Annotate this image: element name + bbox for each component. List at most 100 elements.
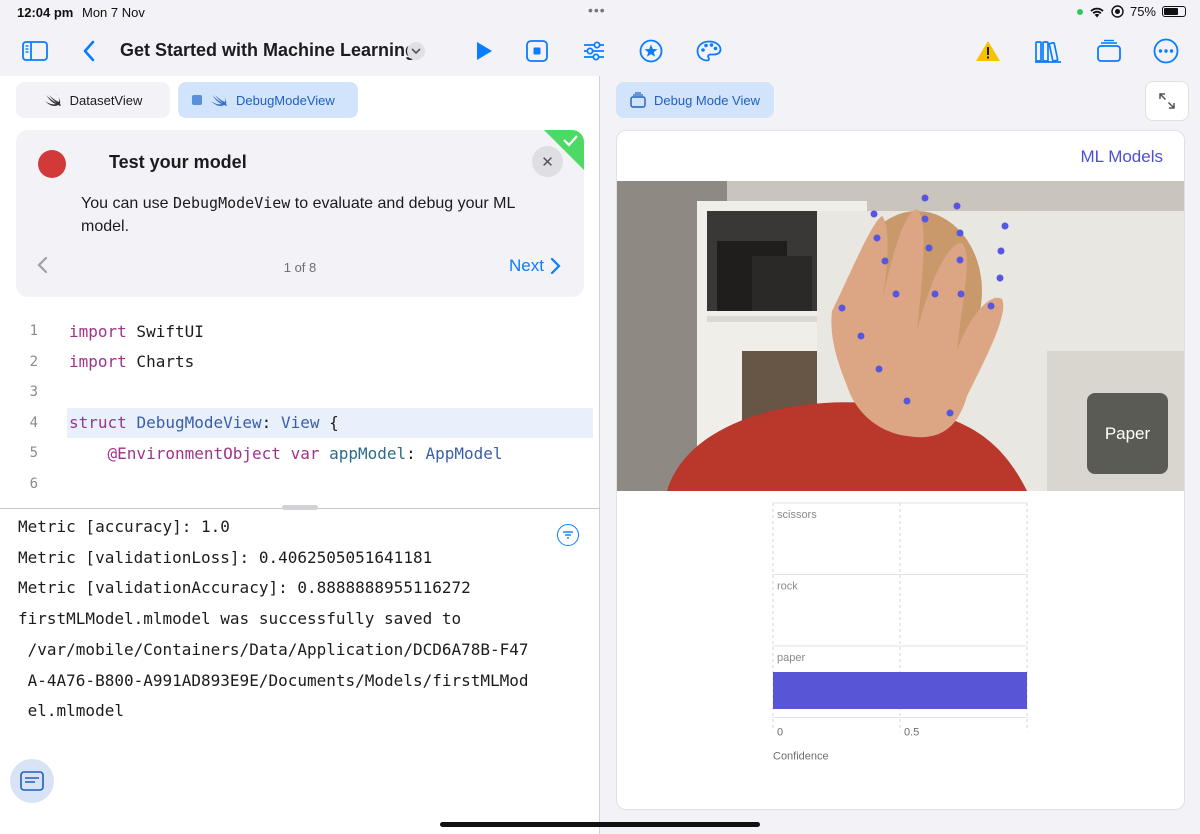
editor-pane: DatasetView DebugModeView Test your mode… bbox=[0, 76, 600, 834]
code-token: @EnvironmentObject bbox=[107, 443, 281, 463]
filter-icon bbox=[563, 531, 573, 539]
battery-percent: 75% bbox=[1129, 4, 1156, 19]
expand-button[interactable] bbox=[1145, 81, 1189, 121]
next-step-button[interactable]: Next bbox=[509, 256, 562, 276]
tab-label: DebugModeView bbox=[236, 92, 335, 108]
code-token: { bbox=[319, 413, 339, 432]
line-number: 6 bbox=[29, 475, 38, 492]
chart-x-axis-label: Confidence bbox=[773, 751, 829, 763]
code-text: import SwiftUI bbox=[69, 322, 204, 341]
console-output: Metric [accuracy]: 1.0 Metric [validation… bbox=[18, 512, 578, 727]
sliders-icon[interactable] bbox=[579, 36, 609, 66]
sidebar-icon[interactable] bbox=[20, 36, 50, 66]
code-line[interactable]: 5 @EnvironmentObject var appModel: AppMo… bbox=[0, 438, 600, 468]
code-line[interactable]: 3 bbox=[0, 377, 600, 407]
close-tutorial-button[interactable]: ✕ bbox=[532, 146, 563, 177]
resize-handle[interactable] bbox=[282, 505, 318, 510]
chevron-right-icon bbox=[550, 257, 561, 275]
console-line: Metric [accuracy]: 1.0 bbox=[18, 517, 230, 536]
tab-datasetview[interactable]: DatasetView bbox=[16, 82, 170, 118]
battery-level bbox=[1164, 8, 1179, 15]
line-number: 3 bbox=[29, 384, 38, 400]
palette-icon[interactable] bbox=[694, 36, 724, 66]
code-line[interactable]: 6 bbox=[0, 469, 600, 499]
code-line[interactable]: 2 import Charts bbox=[0, 347, 600, 377]
code-text: import Charts bbox=[69, 352, 194, 371]
console-toggle-button[interactable] bbox=[10, 759, 54, 803]
swift-icon bbox=[211, 94, 227, 106]
tutorial-body: You can use DebugModeView to evaluate an… bbox=[81, 192, 551, 238]
ml-models-link[interactable]: ML Models bbox=[1080, 147, 1163, 167]
status-time: 12:04 pm bbox=[17, 5, 74, 20]
live-preview: ML Models Paper scissors rock paper 0 0.… bbox=[616, 130, 1185, 810]
window-stack-icon bbox=[630, 92, 646, 108]
line-number: 4 bbox=[29, 414, 38, 431]
home-indicator[interactable] bbox=[440, 822, 760, 827]
star-icon[interactable] bbox=[636, 36, 666, 66]
mascot-avatar bbox=[38, 150, 66, 178]
status-date: Mon 7 Nov bbox=[82, 5, 145, 20]
code-token: DebugModeView bbox=[136, 413, 262, 432]
more-icon[interactable] bbox=[1151, 36, 1181, 66]
library-icon[interactable] bbox=[1033, 36, 1063, 66]
console-line: /var/mobile/Containers/Data/Application/… bbox=[18, 639, 529, 659]
wifi-icon bbox=[1090, 7, 1104, 17]
prediction-label[interactable]: Paper bbox=[1087, 393, 1168, 474]
code-token: SwiftUI bbox=[126, 321, 204, 341]
code-editor[interactable]: 1 import SwiftUI 2 import Charts 3 4 struct De… bbox=[0, 314, 600, 507]
code-token: import bbox=[69, 321, 127, 341]
close-tab-icon[interactable] bbox=[192, 95, 202, 105]
tutorial-body-text: You can use bbox=[81, 195, 173, 212]
chart-tick-label: 0 bbox=[777, 727, 783, 739]
swift-icon bbox=[44, 94, 61, 106]
play-icon[interactable] bbox=[469, 36, 499, 66]
code-token: View bbox=[280, 413, 320, 432]
live-view-pane: Debug Mode View ML Models Paper scissors… bbox=[601, 76, 1200, 834]
project-title[interactable]: Get Started with Machine Learning bbox=[120, 40, 416, 61]
console-line: A-4A76-B800-A991AD893E9E/Documents/Model… bbox=[18, 670, 529, 690]
tutorial-page-indicator: 1 of 8 bbox=[283, 260, 317, 275]
tutorial-title: Test your model bbox=[109, 152, 247, 172]
title-menu-chevron-icon[interactable] bbox=[407, 42, 425, 60]
window-icon[interactable] bbox=[1094, 36, 1124, 66]
tutorial-card: Test your model ✕ You can use DebugModeV… bbox=[16, 130, 584, 297]
console-line: firstMLModel.mlmodel was successfully sa… bbox=[18, 609, 462, 629]
file-tabs: DatasetView DebugModeView bbox=[16, 82, 358, 118]
console-filter-button[interactable] bbox=[557, 524, 579, 546]
code-token: struct bbox=[69, 413, 127, 432]
toolbar: Get Started with Machine Learning bbox=[0, 26, 1200, 76]
code-text: struct DebugModeView: View { bbox=[69, 413, 339, 432]
code-token: appModel bbox=[329, 443, 407, 463]
code-line[interactable]: 4 struct DebugModeView: View { bbox=[0, 407, 600, 438]
chart-bar bbox=[773, 672, 1027, 709]
console-line: Metric [validationAccuracy]: 0.888888895… bbox=[18, 578, 471, 598]
debug-mode-view-tab[interactable]: Debug Mode View bbox=[616, 82, 774, 118]
chart-category-label: paper bbox=[777, 652, 805, 664]
line-number: 1 bbox=[29, 323, 38, 339]
status-right: 75% bbox=[1076, 4, 1186, 19]
chart-category-label: rock bbox=[777, 581, 798, 593]
expand-icon bbox=[1159, 93, 1175, 109]
code-token: : bbox=[406, 443, 426, 463]
back-icon[interactable] bbox=[74, 36, 104, 66]
preview-tab-label: Debug Mode View bbox=[654, 92, 760, 108]
battery-icon bbox=[1162, 6, 1186, 17]
code-line[interactable]: 1 import SwiftUI bbox=[0, 316, 600, 346]
close-icon: ✕ bbox=[541, 153, 554, 171]
code-token: AppModel bbox=[425, 443, 503, 463]
warning-icon[interactable] bbox=[973, 36, 1003, 66]
code-token: var bbox=[290, 443, 320, 463]
multitasking-dots-icon[interactable]: ••• bbox=[588, 2, 606, 18]
code-text: @EnvironmentObject var appModel: AppMode… bbox=[69, 444, 503, 463]
status-bar: 12:04 pm Mon 7 Nov ••• 75% bbox=[0, 0, 1200, 26]
chart-tick-label: 0.5 bbox=[904, 727, 919, 739]
tab-debugmodeview[interactable]: DebugModeView bbox=[178, 82, 358, 118]
line-number: 5 bbox=[29, 445, 38, 461]
console-line: Metric [validationLoss]: 0.4062505051641… bbox=[18, 547, 433, 567]
console-line: el.mlmodel bbox=[18, 701, 124, 721]
confidence-chart: scissors rock paper 0 0.5 Confidence bbox=[772, 502, 1028, 763]
stop-icon[interactable] bbox=[522, 36, 552, 66]
